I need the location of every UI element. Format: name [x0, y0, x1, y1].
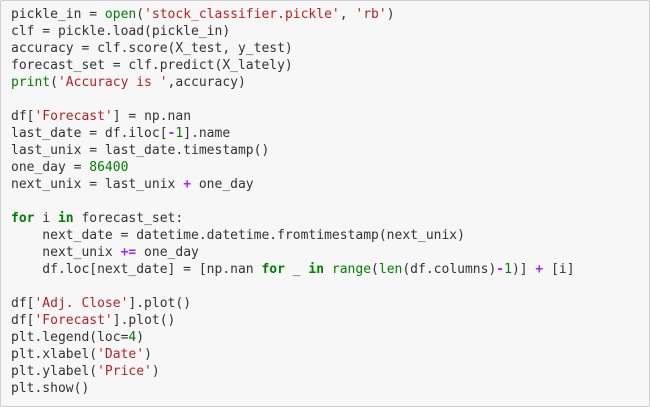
code-token: (df.columns) [402, 262, 497, 277]
code-token: ) [136, 330, 145, 345]
code-line: next_date = datetime.datetime.fromtimest… [11, 227, 575, 244]
code-editor[interactable]: pickle_in = open('stock_classifier.pickl… [11, 6, 575, 397]
code-line: df['Adj. Close'].plot() [11, 295, 575, 312]
code-token: 1 [504, 262, 512, 277]
code-token: ( [136, 7, 145, 22]
code-token: forecast_set: [73, 211, 184, 226]
code-token: ( [50, 75, 58, 90]
code-token: i [34, 211, 58, 226]
code-token: pickle_in = [11, 7, 105, 22]
code-line: next_unix += one_day [11, 244, 575, 261]
code-token: next_date = datetime.datetime.fromtimest… [11, 228, 465, 243]
code-token: + [183, 177, 192, 192]
code-token: 'Date' [97, 347, 145, 362]
code-token: ) [386, 7, 395, 22]
code-line: plt.xlabel('Date') [11, 346, 575, 363]
code-token: ].plot() [112, 313, 176, 328]
code-token: 'stock_classifier.pickle' [144, 7, 340, 22]
code-token: forecast_set = clf.predict(X_lately) [11, 58, 293, 73]
code-token: df.loc[next_date] = [np.nan [11, 262, 262, 277]
code-line: for i in forecast_set: [11, 210, 575, 227]
code-line: plt.show() [11, 380, 575, 397]
code-line: last_unix = last_date.timestamp() [11, 142, 575, 159]
code-token: ].name [183, 126, 231, 141]
code-token: 'Forecast' [34, 313, 113, 328]
code-line: plt.legend(loc=4) [11, 329, 575, 346]
code-line: one_day = 86400 [11, 159, 575, 176]
code-token: 'rb' [355, 7, 387, 22]
code-token: [i] [543, 262, 575, 277]
code-token: in [57, 211, 74, 226]
code-token: - [496, 262, 505, 277]
code-token: last_unix = last_date.timestamp() [11, 143, 270, 158]
code-line: forecast_set = clf.predict(X_lately) [11, 57, 575, 74]
code-token: 'Adj. Close' [34, 296, 129, 311]
code-token: range [331, 262, 372, 277]
code-token: len [378, 262, 403, 277]
code-line: df.loc[next_date] = [np.nan for _ in ran… [11, 261, 575, 278]
code-line: accuracy = clf.score(X_test, y_test) [11, 40, 575, 57]
code-token: df[ [11, 313, 35, 328]
code-token: df[ [11, 109, 35, 124]
code-token: , [339, 7, 356, 22]
code-token: += [120, 245, 137, 260]
code-token: 'Price' [97, 364, 152, 379]
code-token: accuracy = clf.score(X_test, y_test) [11, 41, 293, 56]
code-token: one_day [191, 177, 254, 192]
code-token: plt.show() [11, 381, 90, 396]
code-token: 86400 [89, 160, 129, 175]
code-token: plt.legend(loc= [11, 330, 129, 345]
code-line: df['Forecast'] = np.nan [11, 108, 575, 125]
code-token: for [11, 211, 35, 226]
code-token: ] = np.nan [112, 109, 192, 124]
code-token: plt.xlabel( [11, 347, 98, 362]
code-token: in [308, 262, 325, 277]
code-token: ].plot() [128, 296, 192, 311]
code-token: next_unix = last_unix [11, 177, 184, 192]
code-cell[interactable]: pickle_in = open('stock_classifier.pickl… [0, 0, 650, 407]
code-token: one_day = [11, 160, 90, 175]
code-line: print('Accuracy is ',accuracy) [11, 74, 575, 91]
code-line: df['Forecast'].plot() [11, 312, 575, 329]
code-line: plt.ylabel('Price') [11, 363, 575, 380]
code-token: 'Forecast' [34, 109, 113, 124]
code-token: )] [511, 262, 536, 277]
code-token: _ [284, 262, 309, 277]
code-token: ) [151, 364, 160, 379]
code-token: ( [371, 262, 379, 277]
code-token: one_day [136, 245, 199, 260]
code-line: next_unix = last_unix + one_day [11, 176, 575, 193]
code-token: for [261, 262, 285, 277]
code-line: last_date = df.iloc[-1].name [11, 125, 575, 142]
code-token: 'Accuracy is ' [57, 75, 168, 90]
code-token: next_unix [11, 245, 121, 260]
code-token: print [11, 75, 51, 90]
code-line: clf = pickle.load(pickle_in) [11, 23, 575, 40]
code-token: clf = pickle.load(pickle_in) [11, 24, 231, 39]
code-token: last_date = df.iloc[ [11, 126, 168, 141]
code-token: plt.ylabel( [11, 364, 98, 379]
code-line: pickle_in = open('stock_classifier.pickl… [11, 6, 575, 23]
code-token: open [104, 7, 137, 22]
code-token: ) [144, 347, 152, 362]
code-token: ,accuracy) [167, 75, 246, 90]
code-token: df[ [11, 296, 35, 311]
